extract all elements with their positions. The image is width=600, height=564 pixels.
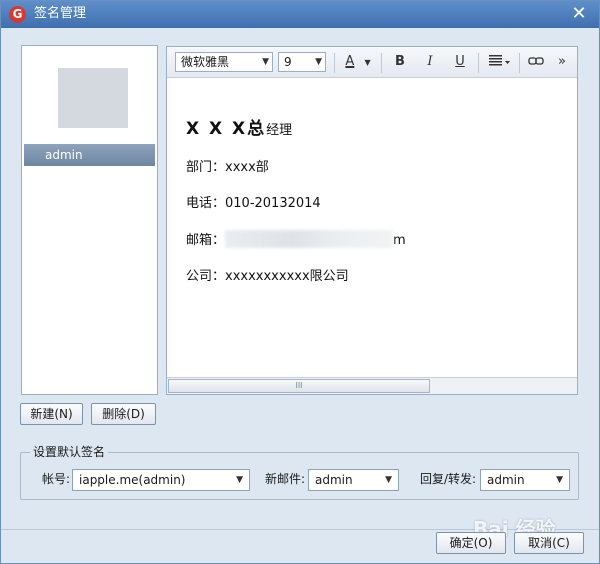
font-color-button[interactable]: A ▼ — [341, 52, 375, 72]
font-color-icon: A — [345, 54, 355, 69]
underline-button[interactable]: U — [449, 52, 471, 72]
editor-toolbar: 微软雅黑 ▼ 9 ▼ A ▼ B I U » — [167, 47, 577, 78]
font-family-value: 微软雅黑 — [181, 55, 230, 69]
align-button[interactable] — [485, 52, 513, 72]
font-family-select[interactable]: 微软雅黑 ▼ — [175, 52, 273, 72]
toolbar-divider — [334, 53, 335, 73]
phone-label: 电话： — [186, 196, 226, 211]
new-mail-value: admin — [315, 473, 353, 487]
signature-list[interactable]: admin — [21, 45, 158, 395]
toolbar-divider — [519, 53, 520, 73]
avatar-blurred — [58, 68, 128, 128]
phone-value: 010-20132014 — [225, 196, 321, 211]
signature-title-suffix: 经理 — [266, 123, 293, 138]
align-lines-icon — [489, 55, 510, 66]
ok-button[interactable]: 确定(O) — [436, 532, 506, 554]
chevron-down-icon: ▼ — [236, 475, 243, 485]
account-select[interactable]: iapple.me(admin) ▼ — [72, 469, 250, 491]
signature-editor[interactable]: 微软雅黑 ▼ 9 ▼ A ▼ B I U » X X X总经理 部门：xxxx部… — [166, 46, 578, 395]
dept-value: xxxx部 — [225, 160, 269, 175]
reply-forward-value: admin — [487, 473, 525, 487]
new-mail-label: 新邮件: — [265, 472, 306, 486]
italic-button[interactable]: I — [419, 52, 441, 72]
account-label: 帐号: — [42, 472, 71, 486]
signature-phone-line: 电话：010-20132014 — [186, 192, 321, 211]
more-tools-button[interactable]: » — [553, 52, 571, 72]
signature-name-line: X X X总经理 — [186, 114, 292, 139]
company-label: 公司： — [186, 269, 226, 284]
bold-button[interactable]: B — [389, 52, 411, 72]
signature-company-line: 公司：xxxxxxxxxxx限公司 — [186, 265, 349, 284]
close-icon[interactable]: ✕ — [569, 4, 589, 24]
email-label: 邮箱： — [186, 233, 226, 248]
account-value: iapple.me(admin) — [79, 473, 186, 487]
chevron-down-icon: ▼ — [556, 475, 563, 485]
reply-forward-signature-select[interactable]: admin ▼ — [480, 469, 570, 491]
signature-content[interactable]: X X X总经理 部门：xxxx部 电话：010-20132014 邮箱： m 公… — [167, 79, 577, 379]
email-tail: m — [393, 233, 406, 248]
chevron-down-icon: ▼ — [385, 475, 392, 485]
title-bar: G 签名管理 ✕ — [1, 1, 599, 28]
chevron-down-icon: ▼ — [364, 58, 371, 67]
toolbar-divider — [381, 53, 382, 73]
font-size-select[interactable]: 9 ▼ — [278, 52, 326, 72]
chevron-down-icon: ▼ — [262, 57, 269, 67]
app-logo-icon: G — [9, 6, 26, 23]
email-redacted — [225, 230, 394, 248]
font-size-value: 9 — [284, 55, 292, 69]
dialog-title: 签名管理 — [34, 6, 87, 21]
toolbar-divider — [478, 53, 479, 73]
signature-name: X X X — [186, 119, 248, 139]
link-icon — [528, 57, 544, 65]
new-mail-signature-select[interactable]: admin ▼ — [308, 469, 399, 491]
signature-email-line: 邮箱： m — [186, 229, 406, 248]
reply-forward-label: 回复/转发: — [420, 472, 477, 486]
dept-label: 部门： — [186, 160, 226, 175]
horizontal-scrollbar[interactable]: III — [167, 377, 577, 394]
insert-link-button[interactable] — [525, 52, 547, 72]
signature-dept-line: 部门：xxxx部 — [186, 156, 269, 175]
scrollbar-thumb[interactable]: III — [168, 379, 430, 393]
signature-title-bold: 总 — [247, 119, 267, 139]
cancel-button[interactable]: 取消(C) — [514, 532, 584, 554]
chevron-down-icon: ▼ — [315, 57, 322, 67]
signature-manager-dialog: G 签名管理 ✕ admin 微软雅黑 ▼ 9 ▼ A ▼ B I U » X … — [0, 0, 600, 564]
signature-list-item-admin[interactable]: admin — [24, 144, 155, 166]
group-title: 设置默认签名 — [30, 445, 109, 459]
new-signature-button[interactable]: 新建(N) — [20, 403, 83, 425]
default-signature-group: 设置默认签名 帐号: iapple.me(admin) ▼ 新邮件: admin… — [20, 445, 579, 500]
delete-signature-button[interactable]: 删除(D) — [91, 403, 156, 425]
company-value: xxxxxxxxxxx限公司 — [225, 269, 349, 284]
